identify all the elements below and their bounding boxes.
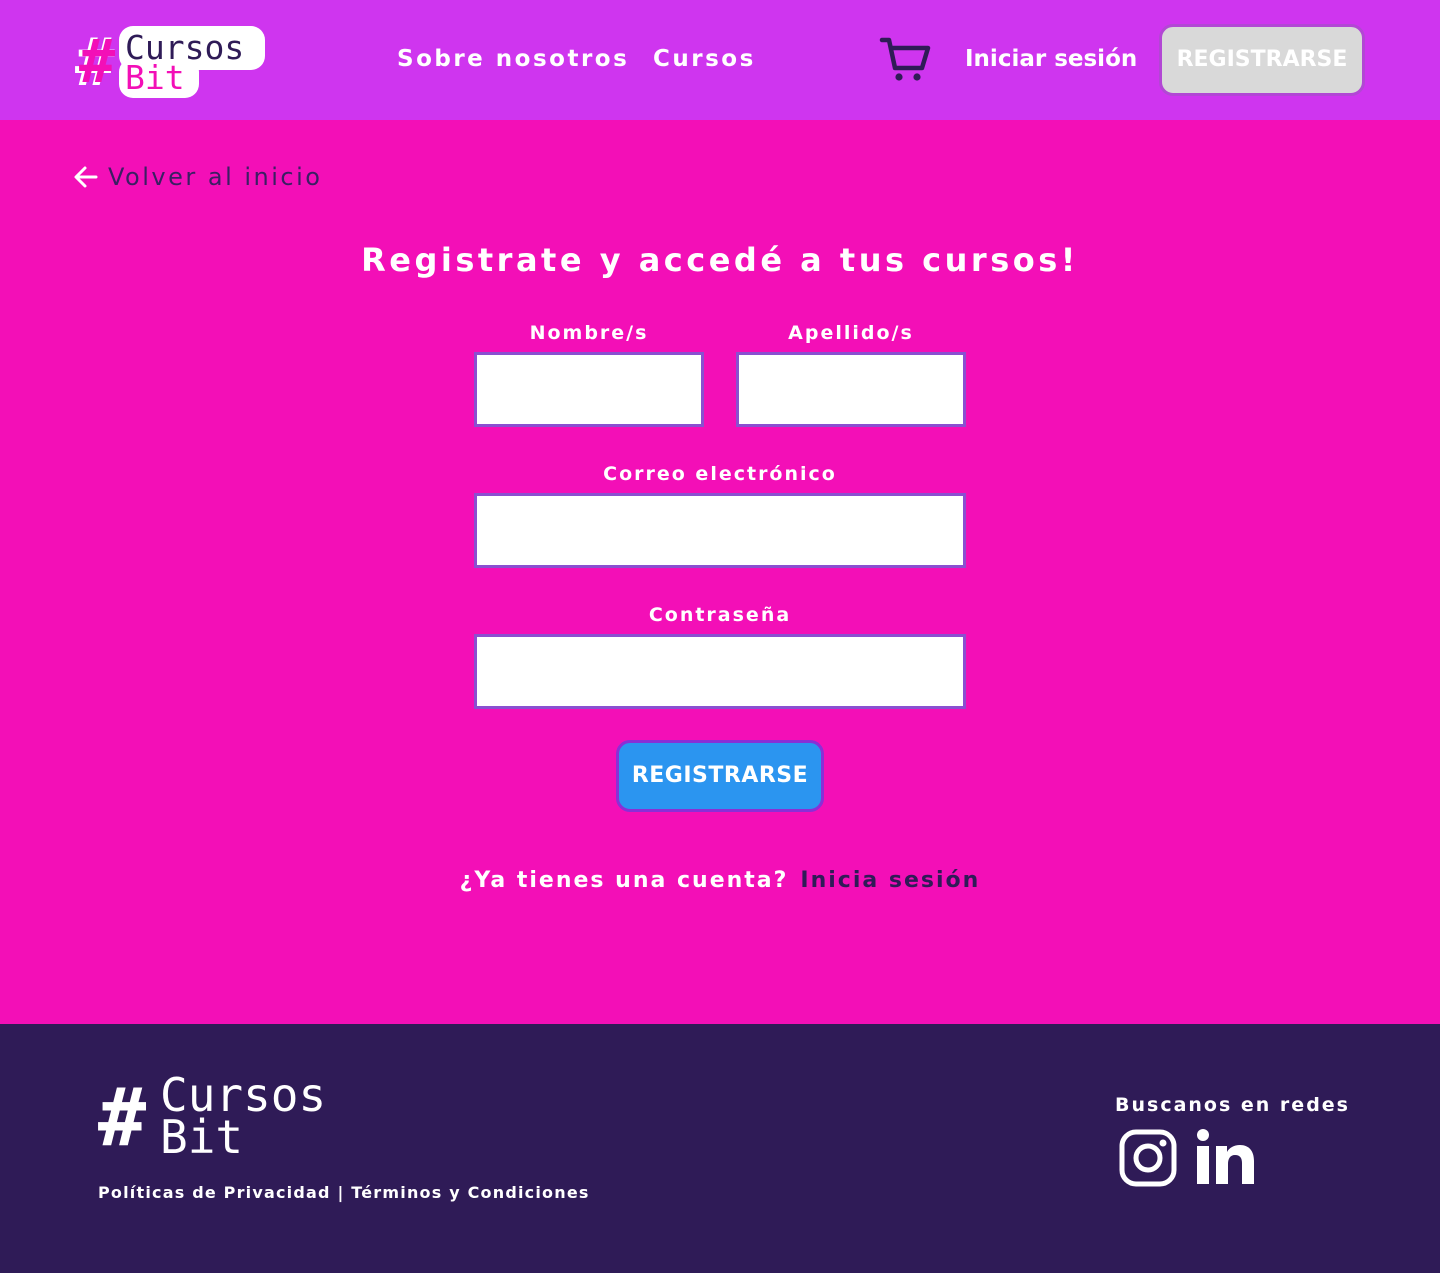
legal-links[interactable]: Políticas de Privacidad | Términos y Con… bbox=[98, 1182, 590, 1204]
site-footer: # Cursos Bit Políticas de Privacidad | T… bbox=[0, 1024, 1440, 1273]
login-link-bottom[interactable]: Inicia sesión bbox=[800, 868, 980, 893]
shopping-cart-icon[interactable] bbox=[878, 36, 932, 84]
nav-cursos[interactable]: Cursos bbox=[653, 44, 756, 74]
have-account-row: ¿Ya tienes una cuenta? Inicia sesión bbox=[0, 866, 1440, 896]
first-name-label: Nombre/s bbox=[529, 322, 649, 344]
arrow-left-icon bbox=[74, 166, 98, 188]
footer-logo-hash: # bbox=[98, 1071, 147, 1164]
instagram-icon[interactable] bbox=[1118, 1128, 1178, 1188]
register-submit-button[interactable]: REGISTRARSE bbox=[616, 740, 824, 812]
email-label: Correo electrónico bbox=[603, 463, 837, 485]
register-button-header[interactable]: REGISTRARSE bbox=[1159, 24, 1365, 96]
logo-hash: # bbox=[79, 27, 116, 97]
back-label: Volver al inicio bbox=[108, 163, 323, 191]
last-name-input[interactable] bbox=[736, 352, 966, 427]
logo-word-bit: Bit bbox=[125, 58, 185, 97]
nav-sobre-nosotros[interactable]: Sobre nosotros bbox=[397, 44, 629, 74]
have-account-text: ¿Ya tienes una cuenta? bbox=[459, 868, 789, 893]
email-input[interactable] bbox=[474, 493, 966, 568]
password-label: Contraseña bbox=[648, 604, 792, 626]
login-link[interactable]: Iniciar sesión bbox=[965, 44, 1137, 74]
footer-logo[interactable]: # Cursos Bit bbox=[98, 1072, 358, 1162]
first-name-input[interactable] bbox=[474, 352, 704, 427]
social-title: Buscanos en redes bbox=[1115, 1094, 1350, 1116]
site-header: # # Cursos Bit Sobre nosotros Cursos Ini… bbox=[0, 0, 1440, 120]
linkedin-icon[interactable] bbox=[1194, 1128, 1256, 1188]
last-name-label: Apellido/s bbox=[788, 322, 914, 344]
footer-logo-word-bit: Bit bbox=[160, 1110, 244, 1164]
page-title: Registrate y accedé a tus cursos! bbox=[361, 241, 1079, 279]
cursosbit-logo[interactable]: # # Cursos Bit bbox=[75, 24, 265, 100]
password-input[interactable] bbox=[474, 634, 966, 709]
back-to-home-link[interactable]: Volver al inicio bbox=[72, 160, 322, 194]
